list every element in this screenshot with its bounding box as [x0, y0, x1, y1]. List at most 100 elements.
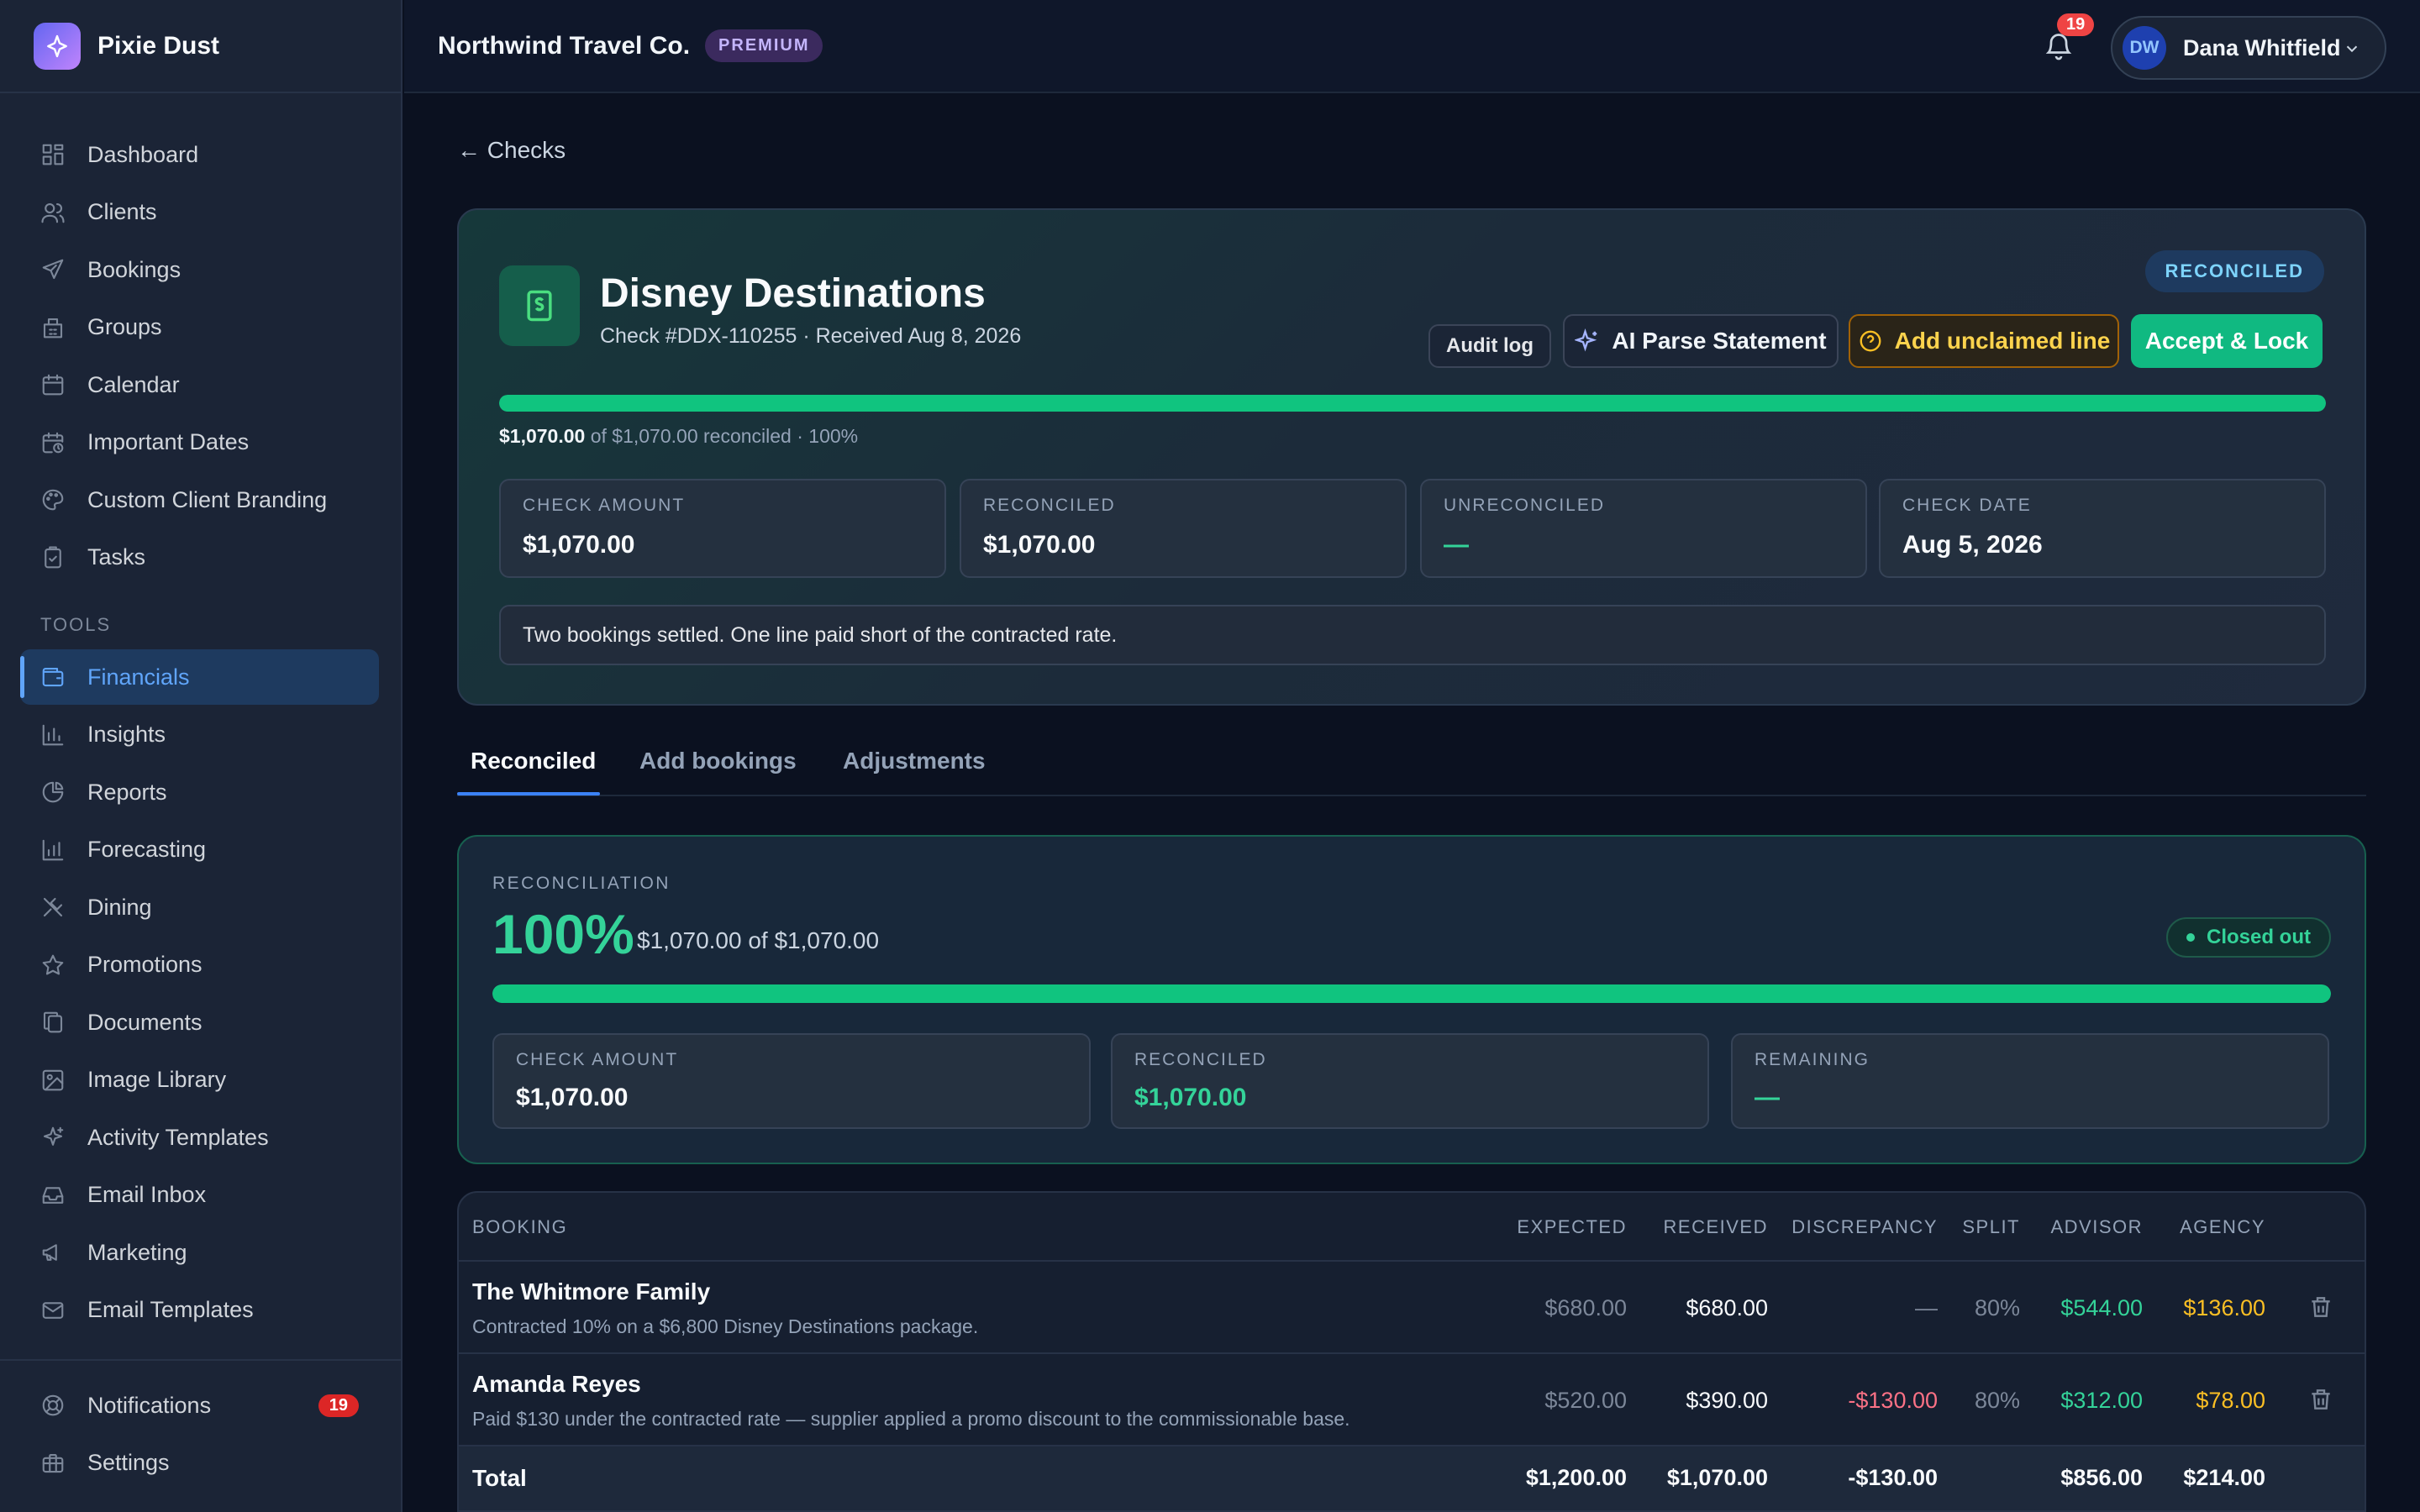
stat-value: $1,070.00 — [983, 531, 1096, 559]
progress-reconciled-amount: $1,070.00 — [499, 425, 586, 447]
add-unclaimed-line-button[interactable]: Add unclaimed line — [1849, 314, 2119, 368]
stat-value: — — [1444, 531, 1469, 559]
progress-caption: $1,070.00 of $1,070.00 reconciled · 100% — [499, 425, 858, 448]
delete-line-button[interactable] — [2307, 1294, 2334, 1325]
reconciliation-label: RECONCILIATION — [492, 874, 671, 893]
sidebar-item-label: Forecasting — [87, 837, 207, 862]
sidebar-item-forecasting[interactable]: Forecasting — [20, 822, 379, 878]
expected-value: $520.00 — [1544, 1388, 1627, 1413]
booking-name: The Whitmore Family — [472, 1278, 711, 1305]
tab-reconciled[interactable]: Reconciled — [471, 748, 596, 774]
users-icon — [40, 200, 66, 225]
sidebar-item-dining[interactable]: Dining — [20, 879, 379, 935]
notification-count-badge: 19 — [318, 1394, 359, 1417]
sidebar-item-important-dates[interactable]: Important Dates — [20, 415, 379, 470]
column-header: BOOKING — [472, 1216, 568, 1237]
pie-chart-icon — [40, 780, 66, 805]
palette-icon — [40, 487, 66, 512]
progress-rest: of $1,070.00 reconciled · 100% — [590, 425, 859, 447]
trash-icon — [2312, 1389, 2330, 1410]
notification-badge: 19 — [2057, 13, 2095, 36]
briefcase-icon — [40, 1451, 66, 1476]
sidebar-item-label: Documents — [87, 1009, 203, 1035]
stat-label: CHECK AMOUNT — [523, 496, 686, 515]
sidebar-item-label: Email Templates — [87, 1297, 254, 1322]
sidebar-item-image-library[interactable]: Image Library — [20, 1053, 379, 1108]
column-header: DISCREPANCY — [1791, 1216, 1938, 1237]
stat-value: $1,070.00 — [523, 531, 635, 559]
table-total-row: Total $1,200.00 $1,070.00 -$130.00 $856.… — [459, 1446, 2365, 1510]
delete-line-button[interactable] — [2307, 1386, 2334, 1417]
sidebar: Pixie Dust Dashboard Clients Bookings Gr… — [0, 0, 402, 1512]
sidebar-item-notifications[interactable]: Notifications 19 — [20, 1378, 379, 1433]
stat-label: RECONCILED — [1134, 1050, 1267, 1069]
sidebar-item-calendar[interactable]: Calendar — [20, 357, 379, 412]
sidebar-item-activity-templates[interactable]: Activity Templates — [20, 1110, 379, 1165]
accept-and-lock-button[interactable]: Accept & Lock — [2131, 314, 2323, 368]
column-header: ADVISOR — [2050, 1216, 2143, 1237]
dollar-bill-icon — [499, 265, 580, 346]
booking-description: Paid $130 under the contracted rate — su… — [472, 1408, 1350, 1430]
booking-lines-table: BOOKING EXPECTED RECEIVED DISCREPANCY SP… — [457, 1191, 2366, 1512]
tab-adjustments[interactable]: Adjustments — [843, 748, 986, 774]
sidebar-item-financials[interactable]: Financials — [20, 649, 379, 705]
sidebar-item-groups[interactable]: Groups — [20, 300, 379, 355]
clipboard-icon — [40, 545, 66, 570]
bar-chart-icon — [40, 837, 66, 863]
image-icon — [40, 1068, 66, 1093]
sidebar-item-email-inbox[interactable]: Email Inbox — [20, 1168, 379, 1223]
advisor-value: $312.00 — [2060, 1388, 2143, 1413]
sidebar-item-email-templates[interactable]: Email Templates — [20, 1283, 379, 1338]
building-icon — [40, 315, 66, 340]
sidebar-item-clients[interactable]: Clients — [20, 185, 379, 240]
discrepancy-value: — — [1915, 1295, 1938, 1320]
sidebar-item-dashboard[interactable]: Dashboard — [20, 127, 379, 182]
reconciliation-bar — [492, 984, 2331, 1003]
sidebar-item-marketing[interactable]: Marketing — [20, 1225, 379, 1280]
sidebar-item-label: Promotions — [87, 952, 203, 977]
sidebar-item-settings[interactable]: Settings — [20, 1436, 379, 1491]
total-expected: $1,200.00 — [1525, 1465, 1627, 1490]
stat-label: CHECK AMOUNT — [516, 1050, 679, 1069]
help-circle-icon — [1860, 330, 1881, 352]
sidebar-item-label: Financials — [87, 664, 190, 690]
table-header: BOOKING EXPECTED RECEIVED DISCREPANCY SP… — [459, 1193, 2365, 1262]
sidebar-item-tasks[interactable]: Tasks — [20, 530, 379, 585]
agency-value: $136.00 — [2183, 1295, 2265, 1320]
closed-out-badge: Closed out — [2166, 917, 2331, 958]
bar-chart-icon — [40, 722, 66, 748]
sidebar-item-insights[interactable]: Insights — [20, 707, 379, 763]
sparkle-icon — [40, 1125, 66, 1150]
reconciliation-panel: RECONCILIATION 100% $1,070.00 of $1,070.… — [457, 835, 2366, 1164]
table-row[interactable]: Amanda Reyes Paid $130 under the contrac… — [459, 1354, 2365, 1446]
sidebar-item-label: Calendar — [87, 371, 180, 397]
stat-value: $1,070.00 — [516, 1084, 629, 1111]
sidebar-item-label: Important Dates — [87, 429, 250, 454]
discrepancy-value: -$130.00 — [1848, 1388, 1938, 1413]
total-received: $1,070.00 — [1666, 1465, 1768, 1490]
sidebar-item-label: Settings — [87, 1450, 170, 1475]
inbox-icon — [40, 1183, 66, 1208]
sidebar-item-label: Reports — [87, 779, 167, 805]
sparkle-icon — [1575, 328, 1597, 352]
sidebar-item-custom-client-branding[interactable]: Custom Client Branding — [20, 472, 379, 528]
brand[interactable]: Pixie Dust — [0, 0, 401, 93]
recon-reconciled: RECONCILED $1,070.00 — [1111, 1033, 1709, 1129]
booking-description: Contracted 10% on a $6,800 Disney Destin… — [472, 1315, 979, 1337]
tab-add-bookings[interactable]: Add bookings — [639, 748, 797, 774]
sidebar-item-bookings[interactable]: Bookings — [20, 242, 379, 297]
table-row[interactable]: The Whitmore Family Contracted 10% on a … — [459, 1262, 2365, 1354]
sidebar-item-documents[interactable]: Documents — [20, 995, 379, 1050]
sidebar-item-promotions[interactable]: Promotions — [20, 937, 379, 993]
ai-parse-statement-button[interactable]: AI Parse Statement — [1563, 314, 1839, 368]
sidebar-item-label: Notifications — [87, 1392, 212, 1418]
recon-check-amount: CHECK AMOUNT $1,070.00 — [492, 1033, 1091, 1129]
sidebar-item-reports[interactable]: Reports — [20, 764, 379, 820]
sidebar-item-label: Dining — [87, 894, 152, 920]
back-to-checks-link[interactable]: ← Checks — [457, 137, 566, 164]
user-menu[interactable]: DW Dana Whitfield — [2111, 16, 2386, 80]
audit-log-button[interactable]: Audit log — [1428, 324, 1551, 368]
expected-value: $680.00 — [1544, 1295, 1627, 1320]
button-label: Add unclaimed line — [1894, 328, 2111, 354]
sidebar-item-label: Activity Templates — [87, 1124, 269, 1150]
